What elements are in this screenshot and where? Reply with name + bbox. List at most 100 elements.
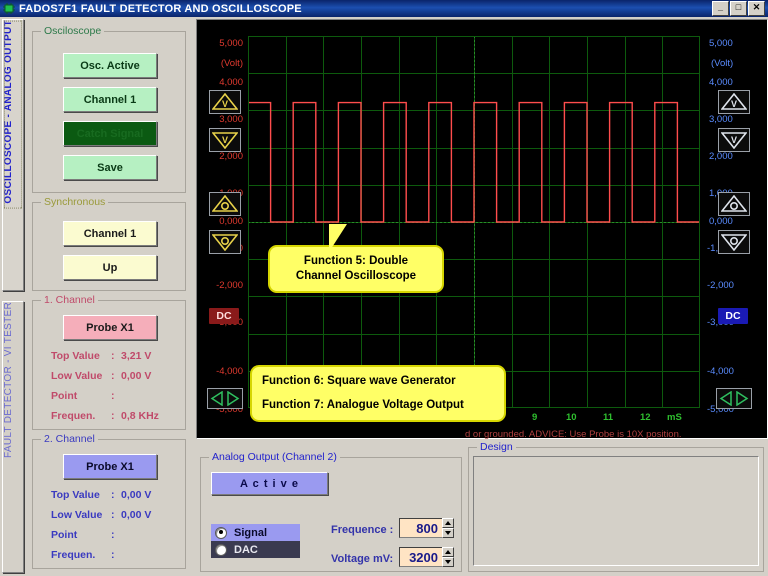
channel-1-top-value: 3,21 V <box>121 350 151 362</box>
tab-oscilloscope-label: OSCILLOSCOPE - ANALOG OUTPUT <box>3 20 23 210</box>
application-window: FADOS7F1 FAULT DETECTOR AND OSCILLOSCOPE… <box>0 0 768 576</box>
ch2-offset-down-icon[interactable] <box>718 230 750 254</box>
waveform-plot-area[interactable] <box>248 36 700 408</box>
ch2-time-shift-arrows-icon[interactable] <box>716 388 752 409</box>
svg-text:V: V <box>731 99 737 109</box>
channel-1-frequency-value: 0,8 KHz <box>121 410 159 422</box>
catch-signal-button[interactable]: Catch Signal <box>63 121 157 146</box>
frequence-decrement-button[interactable] <box>442 528 454 538</box>
analog-output-caption: Analog Output <box>209 451 282 463</box>
voltage-stepper-arrows[interactable] <box>442 547 454 567</box>
mode-option-dac[interactable]: DAC <box>211 541 300 558</box>
y-left-tick-n4000: -4,000 <box>199 366 243 377</box>
channel-1-probe-button[interactable]: Probe X1 <box>63 315 157 340</box>
sync-channel1-button[interactable]: Channel 1 <box>63 221 157 246</box>
mode-option-signal[interactable]: Signal <box>211 524 300 541</box>
ch1-time-shift-arrows-icon[interactable] <box>207 388 243 409</box>
ch1-coupling-dc-badge[interactable]: DC <box>209 308 239 324</box>
y-right-tick-2000: 2,000 <box>709 151 733 162</box>
channel1-button[interactable]: Channel 1 <box>63 87 157 112</box>
analog-output-active-button[interactable]: A c t i v e <box>211 472 328 495</box>
svg-text:V: V <box>731 135 737 145</box>
channel-1-trace <box>248 103 700 222</box>
channel-2-top-value: 0,00 V <box>121 489 151 501</box>
channel-2-top-value-label: Top Value <box>51 489 100 501</box>
channel-1-low-value: 0,00 V <box>121 370 151 382</box>
ch2-offset-up-icon[interactable] <box>718 192 750 216</box>
sync-up-button[interactable]: Up <box>63 255 157 280</box>
callout-function-5-line-2: Channel Oscilloscope <box>280 269 432 284</box>
callout-1-tail <box>329 224 347 252</box>
analog-output-channel-caption: (Channel 2) <box>279 451 340 463</box>
oscilloscope-group: Osciloscope Osc. Active Channel 1 Catch … <box>32 31 186 193</box>
frequence-increment-button[interactable] <box>442 518 454 528</box>
channel-1-low-value-label: Low Value <box>51 370 102 382</box>
window-controls: _ □ ✕ <box>712 1 765 16</box>
y-left-tick-0: 0,000 <box>199 216 243 227</box>
down-arrow-icon <box>445 560 451 564</box>
y-right-tick-3000: 3,000 <box>709 114 733 125</box>
x-axis-unit: mS <box>667 412 682 423</box>
voltage-decrement-button[interactable] <box>442 557 454 567</box>
channel-2-frequency-sep: : <box>111 549 115 561</box>
channel-2-caption: 2. Channel <box>41 433 98 445</box>
tab-fault-detector-vi-tester[interactable]: FAULT DETECTOR - VI TESTER <box>2 301 24 573</box>
channel-1-frequency-sep: : <box>111 410 115 422</box>
y-right-unit: (Volt) <box>711 58 733 69</box>
y-left-unit: (Volt) <box>199 58 243 69</box>
voltage-increment-button[interactable] <box>442 547 454 557</box>
osc-active-button[interactable]: Osc. Active <box>63 53 157 78</box>
ch1-offset-down-icon[interactable] <box>209 230 241 254</box>
ch1-volt-down-icon[interactable]: V <box>209 128 241 152</box>
tab-oscilloscope-analog-output[interactable]: OSCILLOSCOPE - ANALOG OUTPUT <box>2 19 24 291</box>
left-control-panel: Osciloscope Osc. Active Channel 1 Catch … <box>24 19 192 572</box>
channel-1-point-label: Point <box>51 390 77 402</box>
analog-output-panel: Analog Output (Channel 2) A c t i v e Si… <box>200 457 462 572</box>
channel-1-waveform <box>248 36 700 408</box>
design-canvas[interactable] <box>473 456 759 566</box>
channel-1-low-value-sep: : <box>111 370 115 382</box>
frequence-stepper[interactable]: 800 <box>399 518 454 538</box>
channel-1-group: 1. Channel Probe X1 Top Value : 3,21 V L… <box>32 300 186 430</box>
channel-2-low-value-label: Low Value <box>51 509 102 521</box>
y-right-tick-4000: 4,000 <box>709 77 733 88</box>
channel-1-point-sep: : <box>111 390 115 402</box>
close-button[interactable]: ✕ <box>748 1 765 16</box>
ch2-coupling-dc-badge[interactable]: DC <box>718 308 748 324</box>
frequence-stepper-arrows[interactable] <box>442 518 454 538</box>
signal-radio-icon[interactable] <box>215 527 227 539</box>
channel-1-top-value-sep: : <box>111 350 115 362</box>
ch1-volt-up-icon[interactable]: V <box>209 90 241 114</box>
x-tick-12: 12 <box>640 412 651 423</box>
ch2-volt-up-icon[interactable]: V <box>718 90 750 114</box>
save-button[interactable]: Save <box>63 155 157 180</box>
channel-2-probe-button[interactable]: Probe X1 <box>63 454 157 479</box>
frequence-value[interactable]: 800 <box>399 518 442 538</box>
design-panel: Design <box>468 447 764 572</box>
design-panel-caption: Design <box>477 441 516 453</box>
y-left-tick-3000: 3,000 <box>199 114 243 125</box>
x-tick-10: 10 <box>566 412 577 423</box>
channel-1-frequency-label: Frequen. <box>51 410 95 422</box>
channel-2-point-sep: : <box>111 529 115 541</box>
channel-2-low-value-sep: : <box>111 509 115 521</box>
minimize-button[interactable]: _ <box>712 1 729 16</box>
channel-2-point-label: Point <box>51 529 77 541</box>
mode-option-dac-label: DAC <box>234 544 258 556</box>
x-tick-9: 9 <box>532 412 537 423</box>
voltage-value[interactable]: 3200 <box>399 547 442 567</box>
dac-radio-icon[interactable] <box>215 544 227 556</box>
frequence-field-label: Frequence : <box>331 524 393 536</box>
voltage-stepper[interactable]: 3200 <box>399 547 454 567</box>
y-right-tick-5000: 5,000 <box>709 38 733 49</box>
down-arrow-icon <box>445 531 451 535</box>
ch1-offset-up-icon[interactable] <box>209 192 241 216</box>
tab-fault-detector-label: FAULT DETECTOR - VI TESTER <box>3 302 23 464</box>
voltage-field-label: Voltage mV: <box>331 553 393 565</box>
vertical-tab-strip: OSCILLOSCOPE - ANALOG OUTPUT FAULT DETEC… <box>2 19 22 572</box>
ch2-volt-down-icon[interactable]: V <box>718 128 750 152</box>
y-right-tick-0: 0,000 <box>709 216 733 227</box>
callout-function-5-line-1: Function 5: Double <box>280 254 432 269</box>
restore-button[interactable]: □ <box>730 1 747 16</box>
y-right-tick-n4000: -4,000 <box>707 366 734 377</box>
